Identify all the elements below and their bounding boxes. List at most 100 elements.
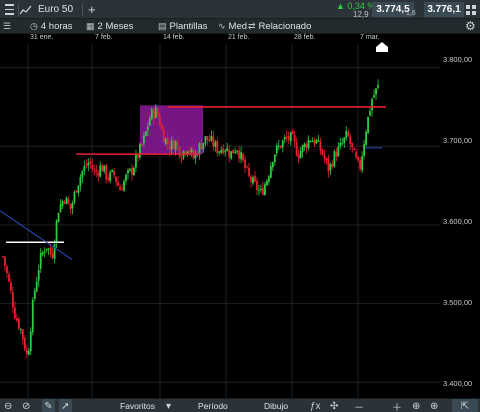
- top-bar: Euro 50 + ▲ 0,34 % 12,9 3.774,5 1,6 3.77…: [0, 0, 480, 19]
- indicator-button[interactable]: ∿ Med: [218, 19, 247, 34]
- candle-body: [234, 151, 237, 154]
- candle-body: [97, 172, 100, 176]
- candle-body: [238, 150, 241, 159]
- candle-body: [83, 165, 86, 171]
- candle-body: [264, 184, 266, 195]
- candle-body: [335, 151, 338, 157]
- candle-body: [45, 248, 48, 251]
- zoom-plus-icon[interactable]: ＋: [392, 399, 402, 412]
- candle-body: [321, 149, 324, 155]
- line-chart-icon[interactable]: [20, 0, 34, 19]
- candle-body: [232, 149, 235, 154]
- zoom-in-icon[interactable]: ⊕: [430, 399, 438, 412]
- zoom-out-icon[interactable]: ⊖: [4, 399, 12, 412]
- candle-body: [317, 140, 320, 142]
- candle-body: [117, 182, 119, 186]
- candle-body: [75, 190, 78, 193]
- candle-body: [208, 139, 211, 142]
- drawing-button[interactable]: Dibujo: [264, 399, 288, 412]
- candle-body: [109, 171, 112, 181]
- candle-body: [158, 115, 161, 126]
- candle-body: [190, 149, 193, 153]
- candle-body: [355, 151, 358, 158]
- candle-body: [61, 201, 64, 206]
- candle-body: [377, 85, 379, 88]
- grid-layout-icon[interactable]: [466, 0, 478, 19]
- candle-body: [95, 170, 98, 173]
- indicator-icon: ∿: [218, 21, 226, 31]
- price-chart[interactable]: [0, 34, 440, 398]
- crosshair-icon[interactable]: ⊕: [412, 399, 420, 412]
- candle-body: [33, 290, 36, 299]
- candle-body: [369, 111, 371, 116]
- candle-body: [174, 141, 177, 150]
- pencil-icon[interactable]: ✎: [42, 399, 55, 412]
- expand-icon[interactable]: ⇱: [452, 399, 478, 412]
- candle-body: [127, 170, 129, 174]
- interval-selector[interactable]: ◷ 4 horas: [30, 19, 73, 34]
- candle-body: [125, 174, 127, 181]
- fx-icon[interactable]: ƒx: [310, 399, 321, 412]
- candle-body: [170, 140, 173, 150]
- dropdown-icon[interactable]: ▾: [166, 399, 171, 412]
- candle-body: [162, 129, 165, 143]
- candle-body: [113, 170, 116, 176]
- candle-body: [148, 118, 151, 126]
- cursor-icon[interactable]: ➚: [59, 399, 72, 412]
- price-axis: 3.800,00 3.700,00 3.600,00 3.500,00 3.40…: [376, 34, 480, 398]
- candle-body: [12, 292, 14, 308]
- period-button[interactable]: Período: [198, 399, 228, 412]
- candle-body: [363, 143, 366, 157]
- candle-body: [198, 143, 201, 155]
- candle-body: [25, 349, 28, 354]
- candle-body: [81, 170, 84, 178]
- candle-body: [307, 140, 310, 149]
- candle-body: [71, 202, 74, 209]
- favorites-button[interactable]: Favoritos: [120, 399, 155, 412]
- candle-body: [65, 197, 68, 205]
- candle-body: [119, 186, 121, 191]
- buy-price-button[interactable]: 3.776,1: [424, 2, 464, 17]
- candle-body: [214, 141, 217, 147]
- settings-gear-icon[interactable]: ⚙: [465, 19, 476, 33]
- candle-body: [210, 136, 213, 141]
- candle-body: [341, 143, 344, 145]
- candle-body: [77, 185, 80, 193]
- move-icon[interactable]: ✣: [330, 399, 338, 412]
- symbol-tab[interactable]: Euro 50: [38, 0, 73, 19]
- candle-body: [57, 212, 60, 223]
- candle-body: [53, 243, 56, 259]
- circle-slash-icon[interactable]: ⊘: [22, 399, 30, 412]
- add-tab-button[interactable]: +: [88, 0, 96, 19]
- indicator-label: Med: [228, 21, 248, 32]
- candle-body: [200, 143, 203, 150]
- candle-body: [347, 131, 350, 137]
- candle-body: [31, 299, 34, 333]
- candle-body: [19, 329, 22, 331]
- candle-body: [222, 148, 225, 154]
- menu-icon[interactable]: [2, 0, 16, 19]
- candle-body: [345, 131, 348, 138]
- candle-body: [275, 145, 278, 154]
- zoom-minus-icon[interactable]: －: [354, 399, 364, 412]
- price-tick: 3.500,00: [443, 298, 473, 307]
- candle-body: [137, 154, 139, 158]
- candle-body: [371, 98, 373, 111]
- candle-body: [250, 176, 252, 182]
- candle-body: [333, 151, 336, 167]
- interval-icon: ☰: [3, 21, 12, 31]
- range-selector[interactable]: ▦ 2 Meses: [86, 19, 133, 34]
- candle-body: [295, 142, 298, 156]
- candle-body: [51, 253, 54, 258]
- templates-button[interactable]: ▤ Plantillas: [158, 19, 208, 34]
- related-button[interactable]: ⇄ Relacionado: [248, 19, 311, 34]
- candle-body: [343, 137, 346, 144]
- candle-body: [164, 138, 167, 144]
- candle-body: [285, 136, 288, 138]
- candle-body: [152, 109, 155, 119]
- candle-body: [265, 180, 268, 186]
- candle-body: [166, 137, 169, 145]
- candle-body: [216, 140, 219, 154]
- candle-body: [329, 163, 332, 171]
- candle-body: [323, 154, 326, 159]
